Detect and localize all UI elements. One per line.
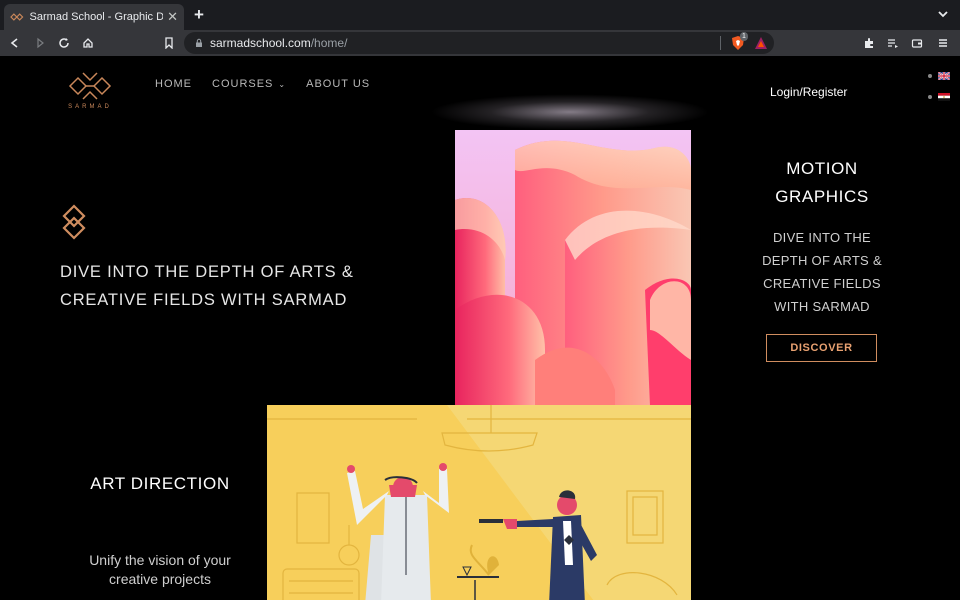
english-flag-icon: [938, 72, 950, 80]
main-nav: HOME COURSES ⌄ ABOUT US: [155, 78, 390, 90]
nav-courses-label: COURSES: [212, 78, 274, 90]
language-arabic[interactable]: [928, 91, 954, 103]
hero-title: DIVE INTO THE DEPTH OF ARTS & CREATIVE F…: [60, 263, 354, 309]
diamond-icon: [62, 204, 86, 240]
bat-rewards-icon[interactable]: [754, 36, 768, 50]
egypt-flag-icon: [938, 93, 950, 101]
omnibox-divider: [720, 36, 721, 50]
reload-icon[interactable]: [55, 34, 73, 52]
nav-home[interactable]: HOME: [155, 78, 192, 90]
new-tab-button[interactable]: +: [190, 5, 208, 25]
motion-graphics-artwork: [455, 130, 691, 406]
url-path: /home/: [310, 36, 348, 50]
header-glow: [430, 94, 710, 130]
lock-icon: [196, 38, 202, 47]
logo-text: SARMAD: [68, 104, 112, 110]
address-bar[interactable]: sarmadschool.com/home/ 1: [184, 32, 774, 54]
active-tab[interactable]: Sarmad School - Graphic Desig ✕: [4, 4, 184, 30]
home-icon[interactable]: [79, 34, 97, 52]
bookmark-icon[interactable]: [160, 34, 178, 52]
discover-button[interactable]: DISCOVER: [766, 334, 877, 362]
url-host: sarmadschool.com: [210, 36, 311, 50]
forward-icon[interactable]: [31, 34, 49, 52]
playlist-icon[interactable]: [884, 34, 902, 52]
nav-courses[interactable]: COURSES ⌄: [212, 78, 286, 90]
back-icon[interactable]: [6, 34, 24, 52]
tab-close-icon[interactable]: ✕: [167, 9, 178, 25]
motion-graphics-text: DIVE INTO THE DEPTH OF ARTS & CREATIVE F…: [762, 230, 882, 314]
extensions-icon[interactable]: [860, 34, 878, 52]
browser-toolbar: sarmadschool.com/home/ 1: [0, 30, 960, 56]
sarmad-website: SARMAD HOME COURSES ⌄ ABOUT US Login/Regi…: [0, 56, 960, 600]
login-register-link[interactable]: Login/Register: [770, 85, 847, 99]
art-direction-title: ART DIRECTION: [90, 474, 230, 493]
browser-window: Sarmad School - Graphic Desig ✕ + sarmad…: [0, 0, 960, 600]
nav-about-us[interactable]: ABOUT US: [306, 78, 370, 90]
brave-shield-count: 1: [740, 32, 748, 41]
language-dot: [928, 74, 932, 78]
language-english[interactable]: [928, 70, 954, 82]
art-direction-text: Unify the vision of your creative projec…: [89, 552, 231, 587]
language-dot: [928, 95, 932, 99]
sarmad-favicon-icon: [10, 13, 24, 21]
tab-title: Sarmad School - Graphic Desig: [29, 11, 164, 23]
motion-graphics-title: MOTION GRAPHICS: [775, 159, 869, 206]
art-direction-illustration: [267, 405, 691, 600]
chevron-down-icon: ⌄: [278, 80, 287, 89]
menu-icon[interactable]: [934, 34, 952, 52]
wallet-icon[interactable]: [908, 34, 926, 52]
tab-bar: Sarmad School - Graphic Desig ✕ +: [0, 0, 960, 30]
tab-search-chevron-icon[interactable]: [936, 7, 950, 21]
